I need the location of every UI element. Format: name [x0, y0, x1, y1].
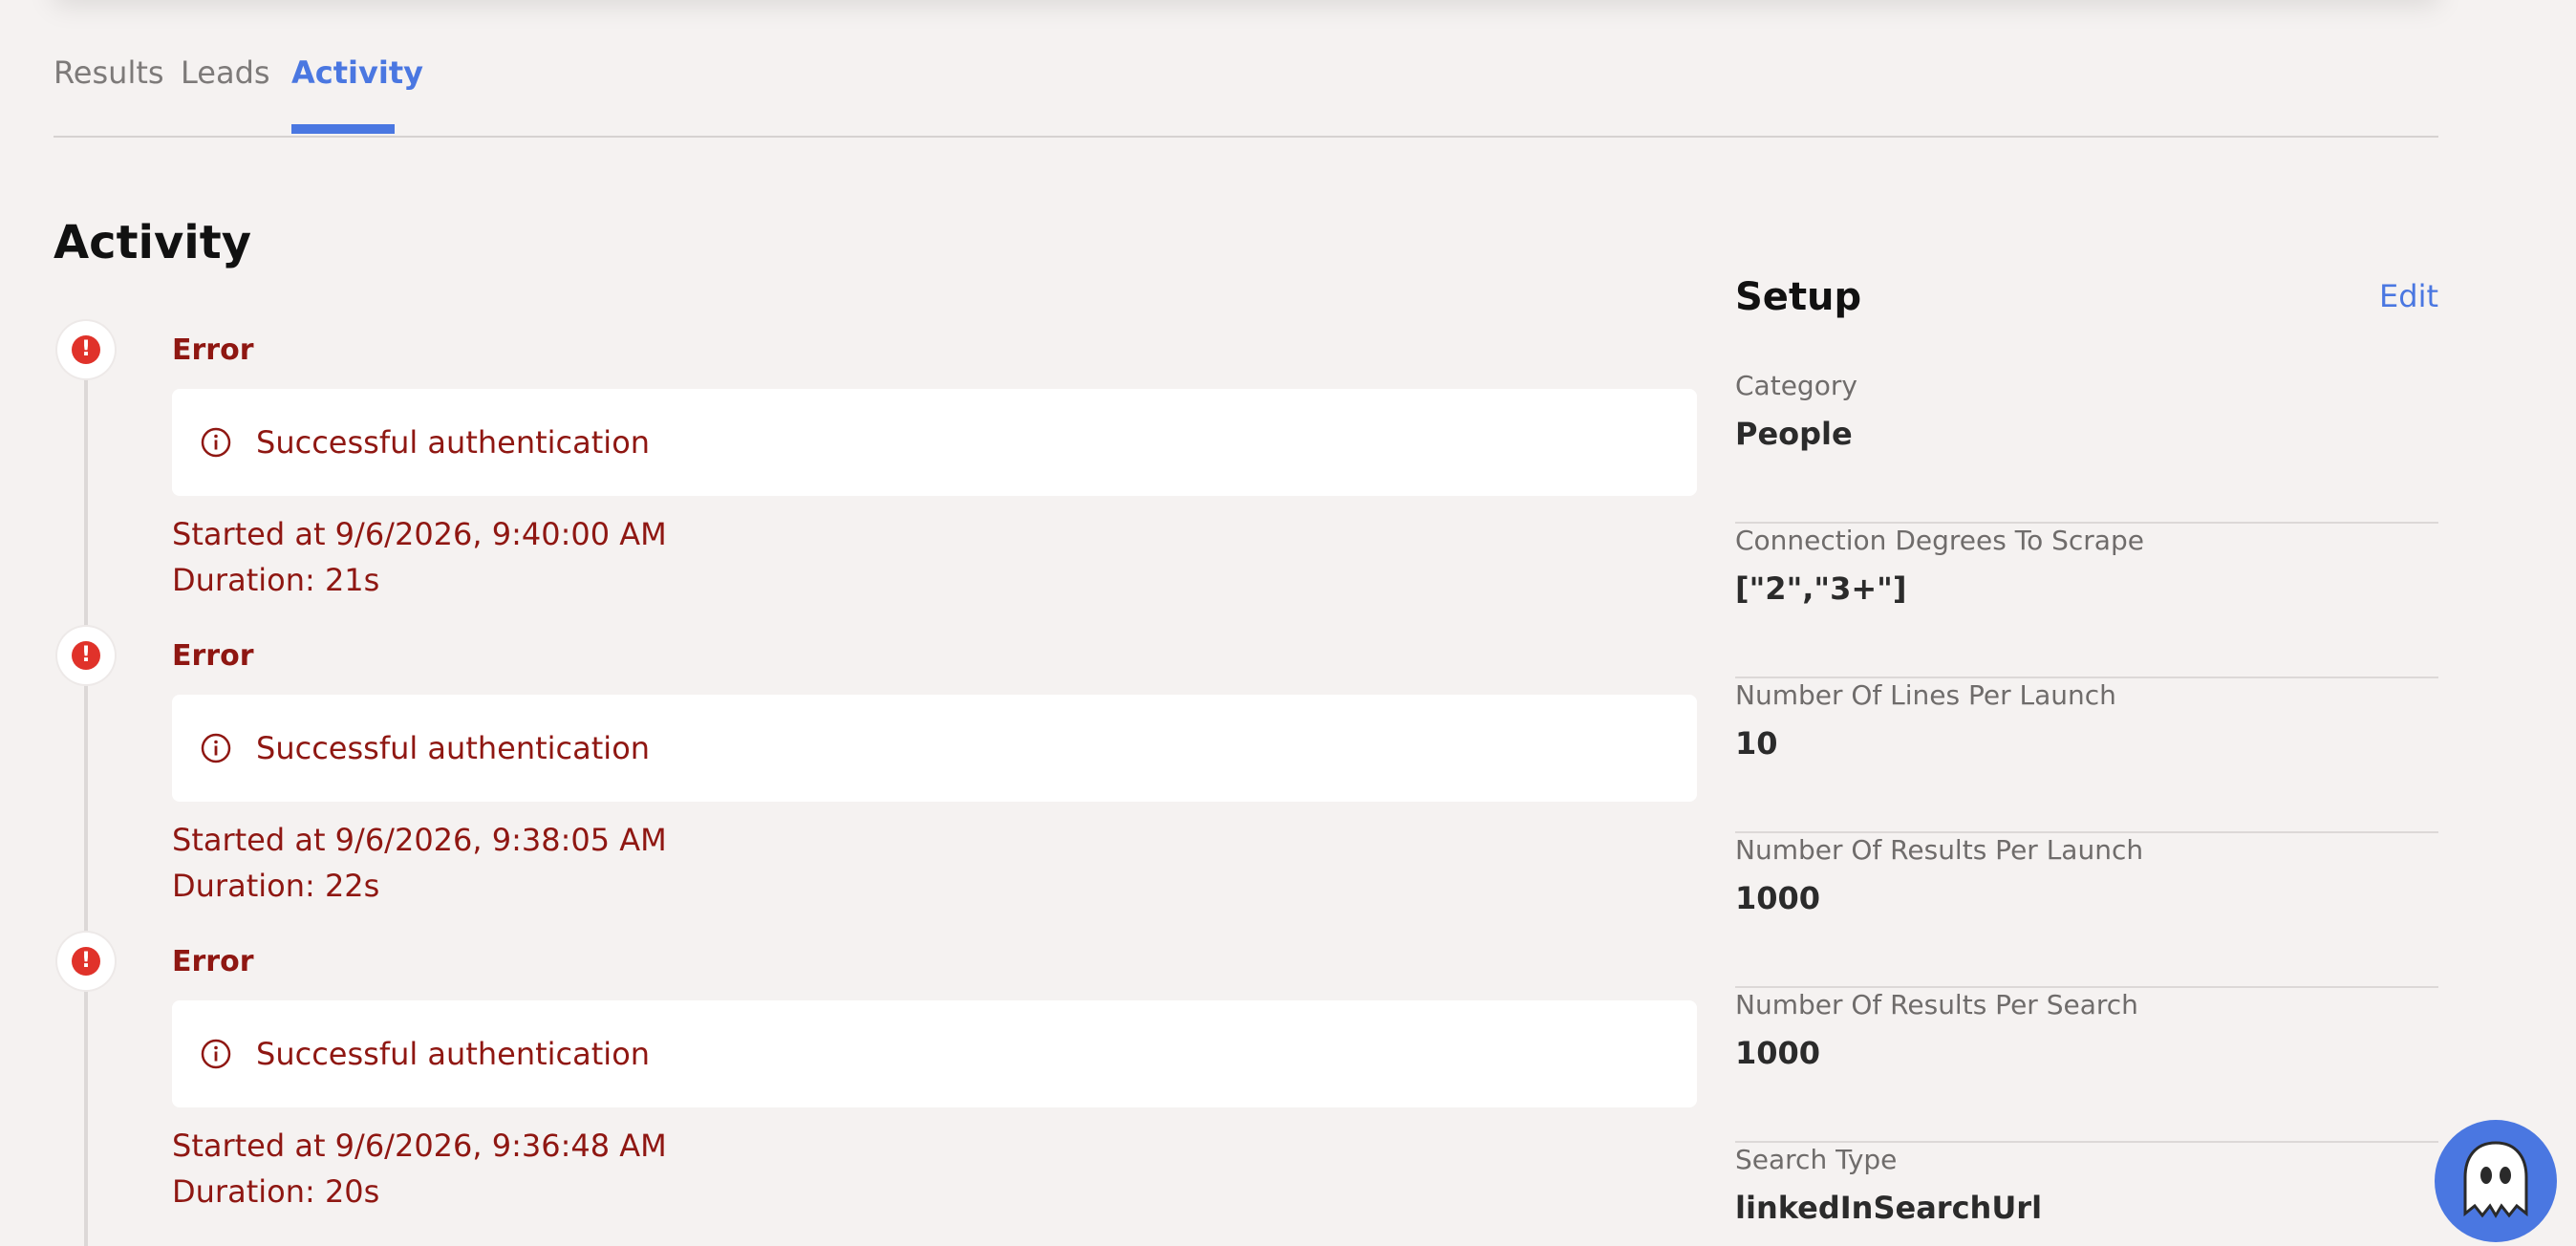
setup-item-results-per-launch: Number Of Results Per Launch 1000 — [1735, 831, 2438, 988]
setup-item-category: Category People — [1735, 367, 2438, 524]
event-message-card: Successful authentication — [172, 389, 1697, 496]
setup-item-connection-degrees: Connection Degrees To Scrape ["2","3+"] — [1735, 522, 2438, 678]
event-duration: Duration: 20s — [172, 1173, 380, 1210]
setup-label: Category — [1735, 370, 1857, 401]
error-icon: ! — [57, 321, 115, 378]
event-message: Successful authentication — [256, 1036, 651, 1072]
event-status: Error — [172, 333, 254, 367]
event-message: Successful authentication — [256, 730, 651, 766]
event-message-card: Successful authentication — [172, 695, 1697, 802]
event-status: Error — [172, 639, 254, 673]
info-icon — [201, 733, 231, 763]
chat-widget-button[interactable] — [2435, 1120, 2557, 1242]
timeline-line — [84, 349, 88, 1246]
error-icon: ! — [57, 627, 115, 684]
tab-bar: Results Leads Activity — [54, 0, 2438, 138]
event-status: Error — [172, 945, 254, 978]
error-icon: ! — [57, 933, 115, 990]
info-icon — [201, 427, 231, 458]
page-title: Activity — [54, 216, 251, 269]
setup-item-lines-per-launch: Number Of Lines Per Launch 10 — [1735, 677, 2438, 833]
tab-leads[interactable]: Leads — [181, 54, 270, 92]
setup-value: ["2","3+"] — [1735, 570, 1907, 607]
event-message-card: Successful authentication — [172, 1000, 1697, 1107]
info-icon — [201, 1039, 231, 1069]
setup-item-search-type: Search Type linkedInSearchUrl — [1735, 1141, 2438, 1246]
active-tab-indicator — [291, 124, 395, 134]
setup-value: 10 — [1735, 725, 1778, 762]
event-started: Started at 9/6/2026, 9:38:05 AM — [172, 822, 667, 858]
setup-label: Number Of Results Per Launch — [1735, 834, 2144, 866]
setup-label: Number Of Lines Per Launch — [1735, 679, 2116, 711]
setup-title: Setup — [1735, 275, 1862, 319]
event-started: Started at 9/6/2026, 9:40:00 AM — [172, 516, 667, 552]
edit-setup-link[interactable]: Edit — [2379, 277, 2438, 315]
setup-label: Search Type — [1735, 1144, 1898, 1175]
tab-results[interactable]: Results — [54, 54, 164, 92]
ghost-icon — [2463, 1141, 2528, 1218]
event-message: Successful authentication — [256, 424, 651, 461]
setup-value: People — [1735, 416, 1853, 452]
event-duration: Duration: 22s — [172, 868, 380, 904]
setup-label: Connection Degrees To Scrape — [1735, 525, 2144, 556]
event-duration: Duration: 21s — [172, 562, 380, 598]
tab-activity[interactable]: Activity — [291, 54, 423, 92]
event-started: Started at 9/6/2026, 9:36:48 AM — [172, 1128, 667, 1164]
setup-label: Number Of Results Per Search — [1735, 989, 2138, 1020]
setup-value: 1000 — [1735, 1035, 1821, 1071]
setup-value: 1000 — [1735, 880, 1821, 916]
setup-value: linkedInSearchUrl — [1735, 1190, 2043, 1226]
setup-item-results-per-search: Number Of Results Per Search 1000 — [1735, 986, 2438, 1143]
